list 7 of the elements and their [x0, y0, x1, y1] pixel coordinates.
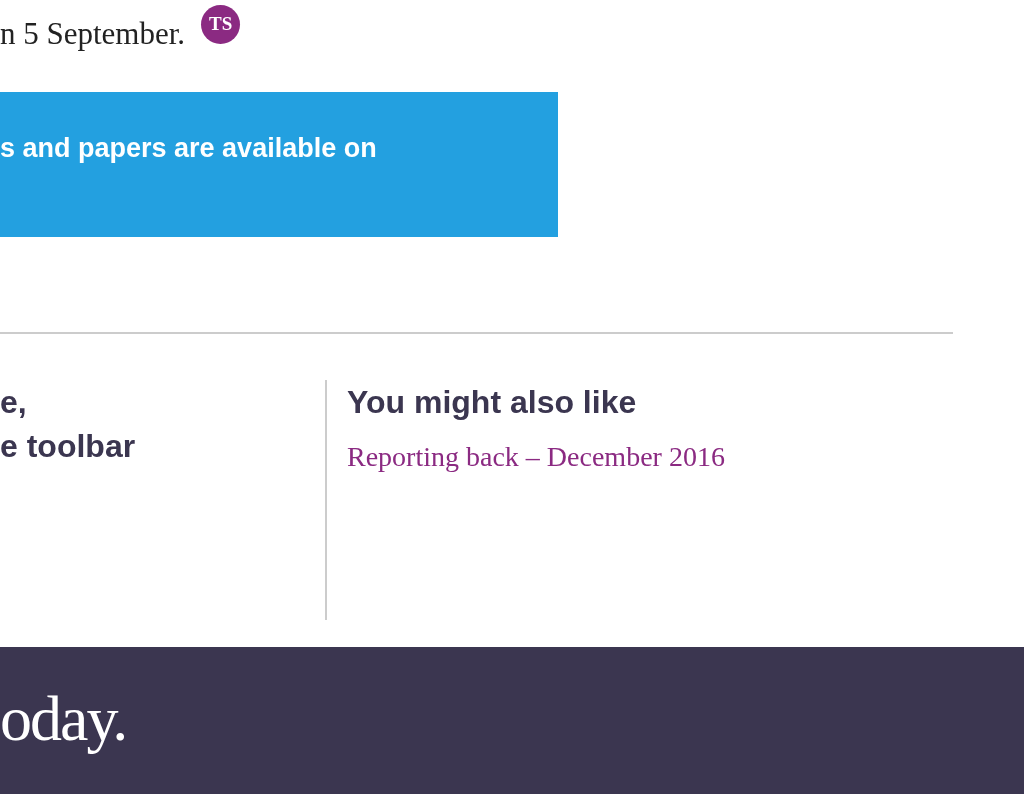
- callout-text: s and papers are available on: [0, 134, 377, 164]
- heading-text: e toolbar: [0, 427, 137, 466]
- author-badge: TS: [201, 5, 241, 44]
- heading-text: e,: [0, 383, 28, 422]
- section-heading: You might also like: [347, 383, 638, 422]
- intro-text: n 5 September.: [0, 18, 186, 49]
- related-link[interactable]: Reporting back – December 2016: [347, 436, 725, 478]
